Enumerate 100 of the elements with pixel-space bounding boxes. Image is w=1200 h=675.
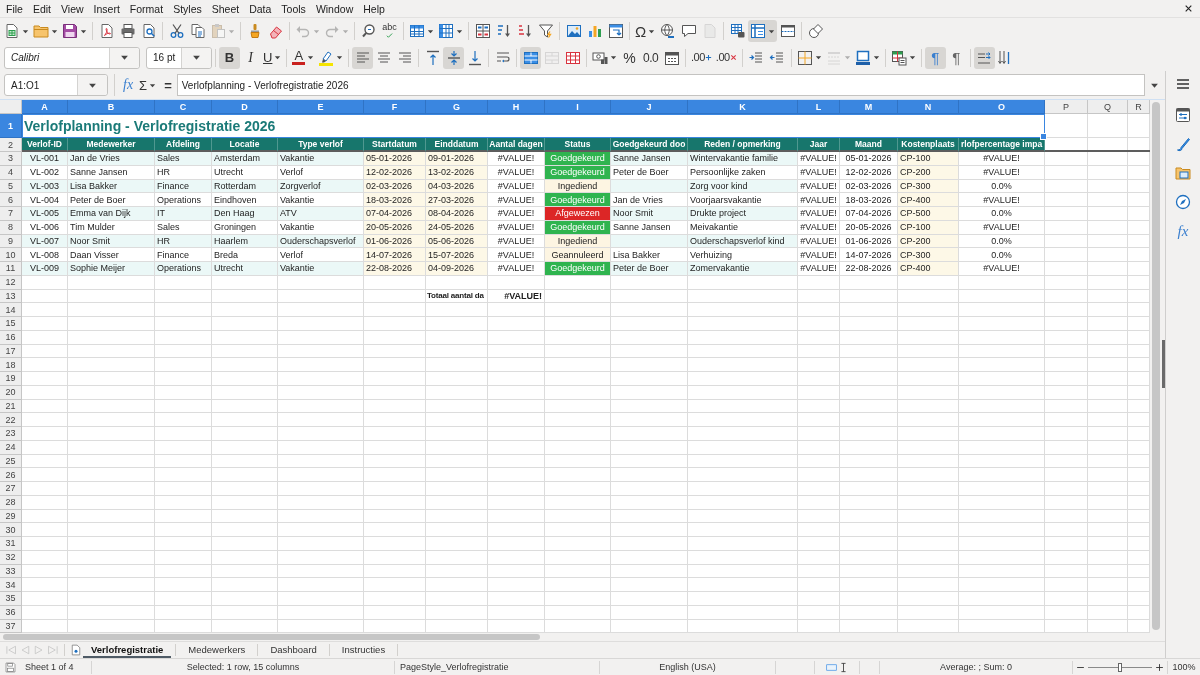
menu-item[interactable]: File [1, 1, 28, 16]
freeze-button[interactable] [748, 20, 778, 42]
brush-icon [1175, 136, 1191, 152]
column-header[interactable]: M [840, 100, 898, 114]
page-style: PageStyle_Verlofregistratie [400, 662, 509, 672]
close-button[interactable] [1184, 4, 1193, 13]
special-character-button[interactable]: Ω [633, 20, 658, 42]
menu-item[interactable]: Insert [88, 1, 125, 16]
right-to-left-button[interactable]: ¶ [945, 46, 967, 69]
row-header[interactable]: 26 [0, 468, 22, 482]
eraser-icon [267, 23, 284, 39]
add-sheet-button[interactable] [69, 643, 83, 657]
column-header[interactable]: J [611, 100, 688, 114]
functions-tab[interactable]: fx [1170, 218, 1196, 244]
column-header[interactable]: E [278, 100, 364, 114]
row-header[interactable]: 22 [0, 413, 22, 427]
triangle-right-icon [33, 644, 45, 656]
spelling-button[interactable]: abc [379, 20, 400, 42]
row-header[interactable]: 35 [0, 592, 22, 606]
column-header[interactable]: L [798, 100, 840, 114]
scrollbar-thumb[interactable] [3, 634, 540, 640]
plus-icon[interactable] [1155, 662, 1164, 672]
row-header[interactable]: 10 [0, 248, 22, 262]
fill-handle[interactable] [1040, 133, 1047, 140]
column-heading: Startdatum [364, 138, 426, 152]
row-header[interactable]: 6 [0, 193, 22, 207]
number-format-button[interactable]: 0.0 [640, 46, 662, 69]
row-header[interactable]: 27 [0, 482, 22, 496]
sheet-tab[interactable]: Dashboard [262, 642, 325, 658]
menu-item[interactable]: Tools [276, 1, 311, 16]
font-color-button[interactable]: A [290, 46, 317, 69]
formula-input-field[interactable]: Verlofplanning - Verlofregistratie 2026 [176, 74, 1145, 96]
triangle-bar-right-icon [47, 644, 59, 656]
cross-icon [729, 54, 737, 61]
row-header[interactable]: 7 [0, 207, 22, 221]
menu-item[interactable]: Sheet [206, 1, 245, 16]
menu-item[interactable]: View [56, 1, 89, 16]
sheet-title: Verlofplanning - Verlofregistratie 2026 [24, 118, 276, 134]
column-header[interactable]: K [688, 100, 798, 114]
column-heading: Verlof-ID [22, 138, 68, 152]
row-header[interactable]: 3 [0, 152, 22, 166]
center-vertically-button[interactable] [443, 46, 465, 69]
row-header[interactable]: 18 [0, 358, 22, 372]
add-decimal-button[interactable]: .00 [689, 46, 714, 69]
sum-button[interactable]: Σ [137, 74, 159, 96]
sheet-tab[interactable]: Verlofregistratie [83, 642, 172, 658]
text-direction-button[interactable] [973, 46, 995, 69]
name-box-field[interactable]: A1:O1 [4, 74, 108, 96]
column-header[interactable]: O [959, 100, 1045, 114]
column-header[interactable]: H [488, 100, 545, 114]
bar-chart-icon [586, 23, 603, 39]
function-wizard-button[interactable]: fx [121, 74, 136, 96]
underline-button[interactable]: U [261, 46, 284, 69]
column-header[interactable]: N [898, 100, 959, 114]
menu-item[interactable]: Styles [168, 1, 207, 16]
bold-button[interactable]: B [219, 46, 240, 69]
column-header[interactable]: B [68, 100, 155, 114]
column-header[interactable]: A [22, 100, 68, 114]
formula-button[interactable]: = [162, 74, 174, 96]
delete-decimal-button[interactable]: .00 [713, 46, 739, 69]
column-header[interactable]: I [545, 100, 611, 114]
scrollbar-thumb[interactable] [1152, 102, 1160, 630]
column-header[interactable]: R [1128, 100, 1150, 114]
column-header[interactable]: P [1045, 100, 1088, 114]
row-header[interactable]: 15 [0, 317, 22, 331]
row-header[interactable]: 11 [0, 262, 22, 276]
sheet-tab[interactable]: Medewerkers [180, 642, 254, 658]
italic-button[interactable]: I [240, 46, 261, 69]
column-header[interactable]: F [364, 100, 426, 114]
row-header[interactable]: 34 [0, 578, 22, 592]
font-size-field[interactable]: 16 pt [146, 46, 212, 69]
column-header[interactable]: Q [1088, 100, 1128, 114]
menu-item[interactable]: Help [358, 1, 390, 16]
table-cell: CP-300 [898, 248, 959, 262]
caret-icon [149, 81, 157, 89]
sheet-tab[interactable]: Instructies [333, 642, 394, 658]
menu-item[interactable]: Format [124, 1, 169, 16]
table-cell: Jan de Vries [68, 152, 155, 166]
row-header[interactable]: 1 [0, 114, 22, 138]
menu-item[interactable]: Data [244, 1, 277, 16]
slider-thumb[interactable] [1118, 662, 1122, 672]
row-header[interactable]: 31 [0, 537, 22, 551]
column-header[interactable]: C [155, 100, 212, 114]
menu-item[interactable]: Edit [27, 1, 56, 16]
row-header[interactable]: 23 [0, 427, 22, 441]
sort-lines-icon [495, 23, 512, 39]
align-bottom-icon [466, 49, 483, 66]
caret-icon [120, 53, 129, 62]
sort-grid-icon [474, 23, 491, 39]
column-header[interactable]: G [426, 100, 488, 114]
table-cell: Utrecht [212, 262, 278, 276]
column-header[interactable]: D [212, 100, 278, 114]
merge-center-button[interactable] [520, 46, 542, 69]
row-header[interactable]: 14 [0, 303, 22, 317]
menu-item[interactable]: Window [310, 1, 359, 16]
percent-button[interactable]: % [619, 46, 641, 69]
font-name-field[interactable]: Calibri [4, 46, 140, 69]
row-header[interactable]: 2 [0, 138, 22, 152]
row-header[interactable]: 19 [0, 372, 22, 386]
row-header[interactable]: 30 [0, 523, 22, 537]
